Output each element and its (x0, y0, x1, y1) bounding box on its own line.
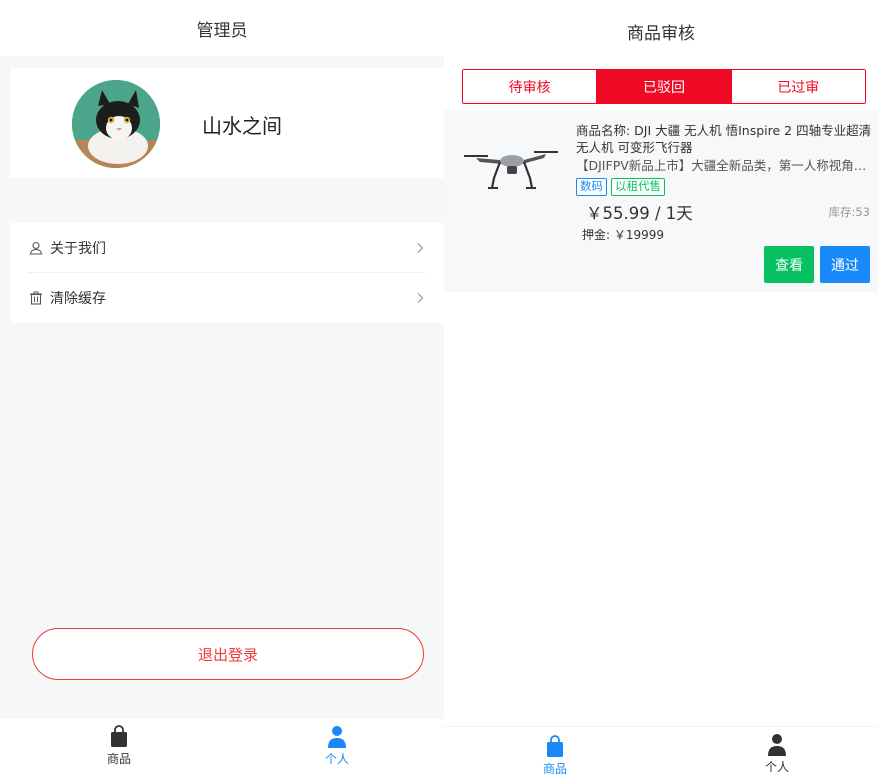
product-name: 商品名称: DJI 大疆 无人机 悟Inspire 2 四轴专业超清无人机 可变… (576, 123, 872, 155)
product-tags: 数码 以租代售 (576, 178, 872, 196)
tab-pending[interactable]: 待审核 (463, 70, 597, 103)
page-title: 商品审核 (627, 23, 695, 44)
tag-digital: 数码 (576, 178, 607, 196)
person-icon (768, 734, 786, 756)
stock-count: 库存:53 (828, 205, 870, 219)
approve-button[interactable]: 通过 (820, 246, 870, 283)
person-icon (328, 726, 346, 748)
tab-label: 商品 (106, 752, 131, 766)
username: 山水之间 (202, 114, 282, 138)
user-icon (28, 240, 44, 256)
view-button[interactable]: 查看 (764, 246, 814, 283)
tab-approved[interactable]: 已过审 (730, 70, 865, 103)
bag-icon (547, 735, 563, 757)
logout-button[interactable]: 退出登录 (32, 628, 424, 680)
screen: 管理员 山水之间 关于我们 清除缓存 退出登录 商品 个人 商品审核 待审核 已… (0, 0, 878, 774)
tab-rejected[interactable]: 已驳回 (596, 70, 731, 103)
menu-item-label: 清除缓存 (50, 291, 106, 307)
settings-menu: 关于我们 清除缓存 (10, 223, 444, 323)
tab-label: 个人 (324, 752, 349, 766)
tab-bar: 商品 个人 (0, 719, 444, 774)
tab-bar: 商品 个人 (444, 726, 878, 774)
profile-card: 山水之间 (10, 68, 444, 178)
product-description: 【DJIFPV新品上市】大疆全新品类，第一人称视角沉浸式飞行体验 (576, 158, 870, 173)
trash-icon (28, 290, 44, 306)
tab-label: 商品 (542, 762, 567, 774)
chevron-right-icon (417, 242, 424, 253)
deposit-amount: 押金: ￥19999 (582, 228, 665, 242)
tab-profile[interactable]: 个人 (732, 733, 822, 774)
product-card: 商品名称: DJI 大疆 无人机 悟Inspire 2 四轴专业超清无人机 可变… (444, 110, 878, 292)
cat-avatar-image (72, 80, 160, 168)
tab-label: 个人 (764, 760, 789, 774)
tag-rent-to-own: 以租代售 (611, 178, 665, 196)
chevron-right-icon (417, 293, 424, 303)
product-info: 商品名称: DJI 大疆 无人机 悟Inspire 2 四轴专业超清无人机 可变… (576, 122, 872, 196)
menu-item-label: 关于我们 (50, 240, 106, 257)
menu-item-clear-cache[interactable]: 清除缓存 (28, 273, 426, 323)
rental-price: ￥55.99 / 1天 (586, 204, 693, 223)
tab-products[interactable]: 商品 (510, 735, 600, 774)
status-tabs: 待审核 已驳回 已过审 (462, 69, 866, 104)
price-row: ￥55.99 / 1天 库存:53 (586, 200, 872, 223)
tab-profile[interactable]: 个人 (292, 725, 382, 767)
drone-thumbnail[interactable] (462, 128, 562, 208)
page-title: 管理员 (0, 0, 444, 56)
profile-page: 管理员 山水之间 关于我们 清除缓存 退出登录 商品 个人 (0, 0, 444, 774)
tab-products[interactable]: 商品 (74, 725, 164, 767)
review-page: 商品审核 待审核 已驳回 已过审 商品名称: DJI 大疆 无人机 悟Inspi… (444, 0, 878, 774)
avatar[interactable] (72, 80, 160, 168)
menu-item-about-us[interactable]: 关于我们 (28, 223, 426, 273)
bag-icon (111, 725, 127, 747)
